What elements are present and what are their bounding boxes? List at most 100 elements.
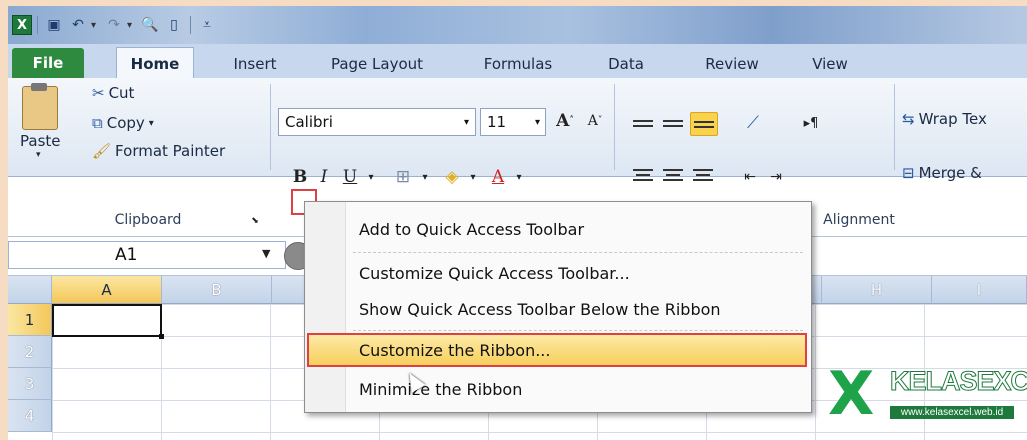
wrap-text-button[interactable]: ⇆ Wrap Tex xyxy=(902,110,987,128)
logo-url: www.kelasexcel.web.id xyxy=(890,406,1014,419)
decrease-indent-icon[interactable]: ⇤ xyxy=(738,164,762,190)
name-box-dropdown-icon[interactable]: ▼ xyxy=(262,247,270,260)
align-center-icon[interactable] xyxy=(660,164,686,186)
menu-item-label: Show Quick Access Toolbar Below the Ribb… xyxy=(359,299,721,319)
format-painter-label: Format Painter xyxy=(115,142,226,160)
merge-icon: ⊟ xyxy=(902,164,915,182)
tab-data[interactable]: Data xyxy=(598,50,654,78)
row-header-4[interactable]: 4 xyxy=(8,400,52,432)
font-name-dropdown-icon[interactable]: ▾ xyxy=(464,117,469,128)
quick-access-toolbar: X ▣ ↶ ▾ ↷ ▾ 🔍 ▯ ⩡ xyxy=(12,13,218,37)
wrap-text-label: Wrap Tex xyxy=(918,110,987,128)
column-header-a[interactable]: A xyxy=(52,276,162,304)
menu-item-label: Minimize the Ribbon xyxy=(359,379,523,399)
bold-button[interactable]: B xyxy=(288,164,312,190)
underline-dropdown-icon[interactable]: ▾ xyxy=(364,164,378,190)
tab-page-layout[interactable]: Page Layout xyxy=(314,50,440,78)
format-painter-row[interactable]: 🖌 Format Painter xyxy=(92,142,225,160)
text-direction-icon[interactable]: ▸¶ xyxy=(794,110,828,136)
undo-icon[interactable]: ↶ xyxy=(67,14,89,36)
font-name-value: Calibri xyxy=(285,113,333,131)
copy-button[interactable]: ⧉ Copy ▾ xyxy=(92,114,154,132)
menu-item-minimize-ribbon[interactable]: Minimize the Ribbon xyxy=(359,374,522,404)
font-size-dropdown-icon[interactable]: ▾ xyxy=(535,117,540,128)
menu-item-label: Customize the Ribbon... xyxy=(359,340,551,360)
tab-file[interactable]: File xyxy=(12,48,84,78)
menu-item-show-qat-below[interactable]: Show Quick Access Toolbar Below the Ribb… xyxy=(359,294,721,324)
save-icon[interactable]: ▣ xyxy=(43,14,65,36)
borders-dropdown-icon[interactable]: ▾ xyxy=(418,164,432,190)
excel-icon[interactable]: X xyxy=(12,15,32,35)
menu-item-label: Customize Quick Access Toolbar... xyxy=(359,263,630,283)
tab-formulas[interactable]: Formulas xyxy=(468,50,568,78)
excel-window: X ▣ ↶ ▾ ↷ ▾ 🔍 ▯ ⩡ File Home Insert Page … xyxy=(8,6,1027,440)
menu-separator xyxy=(353,252,803,254)
group-separator-2 xyxy=(614,84,615,170)
grow-font-button[interactable]: A ˄ xyxy=(552,108,578,134)
align-left-icon[interactable] xyxy=(630,164,656,186)
fill-color-dropdown-icon[interactable]: ▾ xyxy=(466,164,480,190)
name-box[interactable]: A1 xyxy=(8,241,286,269)
copy-dropdown-icon[interactable]: ▾ xyxy=(149,118,154,129)
align-top-icon[interactable] xyxy=(630,112,656,134)
tab-review[interactable]: Review xyxy=(694,50,770,78)
tab-home[interactable]: Home xyxy=(116,47,194,80)
new-icon[interactable]: ▯ xyxy=(163,14,185,36)
align-middle-icon[interactable] xyxy=(660,112,686,134)
font-size-value: 11 xyxy=(487,113,507,131)
kelasexcel-logo: X KELASEXCEL www.kelasexcel.web.id xyxy=(828,359,1027,432)
clipboard-launcher-icon[interactable]: ⬊ xyxy=(248,212,262,230)
select-all-corner[interactable] xyxy=(8,276,52,304)
align-bottom-icon[interactable] xyxy=(690,112,718,136)
underline-button[interactable]: U xyxy=(338,164,362,190)
group-separator xyxy=(270,84,271,170)
borders-icon[interactable]: ⊞ xyxy=(388,164,418,190)
font-name-select[interactable]: Calibri ▾ xyxy=(278,108,476,136)
cut-label: Cut xyxy=(108,84,135,102)
brush-icon: 🖌 xyxy=(92,142,112,160)
tab-view[interactable]: View xyxy=(802,50,858,78)
column-header-b[interactable]: B xyxy=(162,276,272,304)
font-color-dropdown-icon[interactable]: ▾ xyxy=(512,164,526,190)
menu-item-add-to-qat[interactable]: Add to Quick Access Toolbar xyxy=(359,214,584,244)
clipboard-group-label: Clipboard xyxy=(114,212,182,228)
align-right-icon[interactable] xyxy=(690,164,716,186)
wrap-text-icon: ⇆ xyxy=(902,110,915,128)
font-color-icon[interactable]: A xyxy=(486,164,510,190)
menu-item-customize-qat[interactable]: Customize Quick Access Toolbar... xyxy=(359,258,630,288)
scissors-icon: ✂ xyxy=(92,84,105,102)
logo-x-icon: X xyxy=(828,359,875,429)
redo-icon[interactable]: ↷ xyxy=(103,14,125,36)
fill-color-icon[interactable]: ◈ xyxy=(438,164,466,190)
orientation-icon[interactable]: ⟋ xyxy=(736,110,770,136)
italic-button[interactable]: I xyxy=(312,164,336,190)
menu-item-label: Add to Quick Access Toolbar xyxy=(359,219,585,239)
merge-button[interactable]: ⊟ Merge & xyxy=(902,164,982,182)
redo-dropdown-icon[interactable]: ▾ xyxy=(127,20,137,31)
customize-qat-icon[interactable]: ⩡ xyxy=(196,14,218,36)
menu-item-customize-ribbon[interactable]: Customize the Ribbon... xyxy=(359,335,550,365)
row-header-3[interactable]: 3 xyxy=(8,368,52,400)
paste-label[interactable]: Paste xyxy=(20,132,61,150)
font-size-select[interactable]: 11 ▾ xyxy=(480,108,546,136)
column-header-i[interactable]: I xyxy=(932,276,1027,304)
undo-dropdown-icon[interactable]: ▾ xyxy=(91,20,101,31)
column-header-h[interactable]: H xyxy=(822,276,932,304)
logo-brand: KELASEXCEL xyxy=(890,366,1027,397)
shrink-font-button[interactable]: A ˅ xyxy=(582,108,608,134)
print-preview-icon[interactable]: 🔍 xyxy=(139,14,161,36)
menu-separator xyxy=(353,330,803,332)
paste-dropdown-icon[interactable]: ▾ xyxy=(36,150,41,160)
selected-cell-a1[interactable] xyxy=(52,304,164,339)
menu-icon-gutter xyxy=(305,202,346,412)
group-separator-3 xyxy=(894,84,895,170)
cut-button[interactable]: ✂ Cut xyxy=(92,84,134,102)
row-header-1[interactable]: 1 xyxy=(8,304,52,336)
increase-indent-icon[interactable]: ⇥ xyxy=(764,164,788,190)
tab-insert[interactable]: Insert xyxy=(220,50,290,78)
title-bar: X ▣ ↶ ▾ ↷ ▾ 🔍 ▯ ⩡ xyxy=(8,6,1027,44)
row-header-2[interactable]: 2 xyxy=(8,336,52,368)
ribbon-context-menu: Add to Quick Access Toolbar Customize Qu… xyxy=(304,201,812,413)
ribbon-tabs: File Home Insert Page Layout Formulas Da… xyxy=(8,44,1027,80)
paste-icon[interactable] xyxy=(22,83,58,130)
